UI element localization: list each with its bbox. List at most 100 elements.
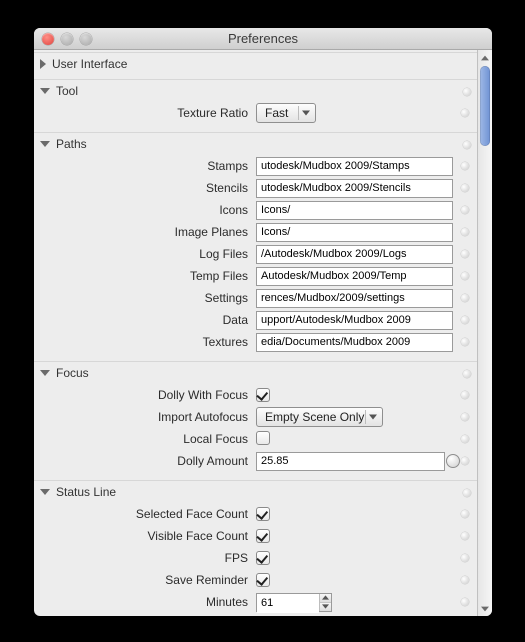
reset-icon[interactable]: [461, 391, 469, 399]
section-header-status-line[interactable]: Status Line: [40, 485, 471, 499]
label-stamps: Stamps: [40, 159, 250, 173]
reset-icon[interactable]: [461, 457, 469, 465]
minimize-icon[interactable]: [61, 33, 73, 45]
reset-icon[interactable]: [461, 532, 469, 540]
input-stencils[interactable]: [256, 179, 453, 198]
reset-icon[interactable]: [461, 109, 469, 117]
section-header-user-interface[interactable]: User Interface: [40, 57, 471, 71]
section-reset-icon[interactable]: [463, 141, 471, 149]
input-log-files[interactable]: [256, 245, 453, 264]
input-dolly-amount[interactable]: [256, 452, 445, 471]
section-paths: Paths Stamps Stencils Icons: [34, 132, 477, 362]
label-local-focus: Local Focus: [40, 432, 250, 446]
checkbox-selected-face-count[interactable]: [256, 507, 270, 521]
chevron-down-icon: [40, 88, 50, 94]
checkbox-local-focus[interactable]: [256, 431, 270, 445]
chevron-down-icon: [40, 489, 50, 495]
section-header-paths[interactable]: Paths: [40, 137, 471, 151]
section-reset-icon[interactable]: [463, 489, 471, 497]
label-data: Data: [40, 313, 250, 327]
slider-thumb-icon[interactable]: [446, 454, 460, 468]
label-stencils: Stencils: [40, 181, 250, 195]
label-temp-files: Temp Files: [40, 269, 250, 283]
section-reset-icon[interactable]: [463, 88, 471, 96]
checkbox-visible-face-count[interactable]: [256, 529, 270, 543]
label-selected-face-count: Selected Face Count: [40, 507, 250, 521]
input-settings[interactable]: [256, 289, 453, 308]
scroll-down-icon[interactable]: [478, 601, 492, 616]
section-header-tool[interactable]: Tool: [40, 84, 471, 98]
row-log-files: Log Files: [40, 243, 471, 265]
reset-icon[interactable]: [461, 294, 469, 302]
close-icon[interactable]: [42, 33, 54, 45]
label-import-autofocus: Import Autofocus: [40, 410, 250, 424]
label-icons: Icons: [40, 203, 250, 217]
row-local-focus: Local Focus: [40, 428, 471, 450]
section-user-interface: User Interface: [34, 52, 477, 80]
chevron-down-icon: [40, 141, 50, 147]
checkbox-save-reminder[interactable]: [256, 573, 270, 587]
input-icons[interactable]: [256, 201, 453, 220]
checkbox-fps[interactable]: [256, 551, 270, 565]
row-dolly-amount: Dolly Amount: [40, 450, 471, 472]
row-stamps: Stamps: [40, 155, 471, 177]
section-header-focus[interactable]: Focus: [40, 366, 471, 380]
row-selected-face-count: Selected Face Count: [40, 503, 471, 525]
window-title: Preferences: [34, 31, 492, 46]
input-data[interactable]: [256, 311, 453, 330]
spinner-minutes: [256, 593, 332, 612]
scroll-thumb[interactable]: [480, 66, 490, 146]
reset-icon[interactable]: [461, 435, 469, 443]
label-fps: FPS: [40, 551, 250, 565]
input-temp-files[interactable]: [256, 267, 453, 286]
reset-icon[interactable]: [461, 316, 469, 324]
stepper-down-icon[interactable]: [320, 602, 331, 611]
preferences-window: Preferences User Interface Tool: [34, 28, 492, 616]
label-dolly-amount: Dolly Amount: [40, 454, 250, 468]
row-textures: Textures: [40, 331, 471, 353]
stepper-up-icon[interactable]: [320, 594, 331, 602]
checkbox-dolly-with-focus[interactable]: [256, 388, 270, 402]
reset-icon[interactable]: [461, 206, 469, 214]
label-save-reminder: Save Reminder: [40, 573, 250, 587]
row-save-reminder: Save Reminder: [40, 569, 471, 591]
chevron-down-icon: [369, 415, 377, 420]
row-stencils: Stencils: [40, 177, 471, 199]
scroll-up-icon[interactable]: [478, 50, 492, 65]
reset-icon[interactable]: [461, 338, 469, 346]
chevron-down-icon: [302, 111, 310, 116]
row-data: Data: [40, 309, 471, 331]
vertical-scrollbar[interactable]: [477, 50, 492, 616]
row-texture-ratio: Texture Ratio Fast: [40, 102, 471, 124]
label-settings: Settings: [40, 291, 250, 305]
row-temp-files: Temp Files: [40, 265, 471, 287]
section-title: Focus: [56, 366, 89, 380]
reset-icon[interactable]: [461, 598, 469, 606]
label-log-files: Log Files: [40, 247, 250, 261]
select-texture-ratio[interactable]: Fast: [256, 103, 316, 123]
chevron-right-icon: [40, 59, 46, 69]
input-minutes[interactable]: [257, 594, 319, 613]
zoom-icon[interactable]: [80, 33, 92, 45]
input-stamps[interactable]: [256, 157, 453, 176]
reset-icon[interactable]: [461, 250, 469, 258]
reset-icon[interactable]: [461, 184, 469, 192]
label-texture-ratio: Texture Ratio: [40, 106, 250, 120]
reset-icon[interactable]: [461, 510, 469, 518]
label-visible-face-count: Visible Face Count: [40, 529, 250, 543]
reset-icon[interactable]: [461, 413, 469, 421]
row-settings: Settings: [40, 287, 471, 309]
reset-icon[interactable]: [461, 576, 469, 584]
input-textures[interactable]: [256, 333, 453, 352]
row-dolly-with-focus: Dolly With Focus: [40, 384, 471, 406]
row-icons: Icons: [40, 199, 471, 221]
reset-icon[interactable]: [461, 228, 469, 236]
select-import-autofocus[interactable]: Empty Scene Only: [256, 407, 383, 427]
reset-icon[interactable]: [461, 554, 469, 562]
reset-icon[interactable]: [461, 272, 469, 280]
label-image-planes: Image Planes: [40, 225, 250, 239]
input-image-planes[interactable]: [256, 223, 453, 242]
section-reset-icon[interactable]: [463, 370, 471, 378]
reset-icon[interactable]: [461, 162, 469, 170]
preferences-content: User Interface Tool Texture Ratio Fast: [34, 50, 477, 616]
